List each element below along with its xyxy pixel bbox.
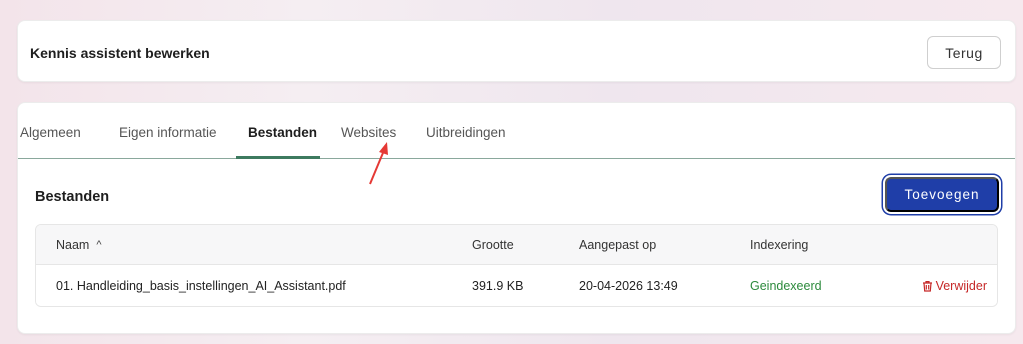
delete-label: Verwijder (935, 279, 987, 293)
table-header: Naam ^ Grootte Aangepast op Indexering (36, 225, 997, 265)
column-header-modified: Aangepast op (579, 237, 657, 252)
back-button[interactable]: Terug (927, 36, 1001, 69)
column-header-name-label: Naam (56, 237, 90, 252)
trash-icon (922, 281, 932, 292)
column-header-size: Grootte (472, 237, 514, 252)
add-button[interactable]: Toevoegen (885, 177, 999, 212)
page-title: Kennis assistent bewerken (30, 45, 210, 61)
tab-uitbreidingen[interactable]: Uitbreidingen (426, 125, 506, 140)
section-title: Bestanden (35, 189, 110, 205)
chevron-up-icon[interactable]: ^ (96, 239, 101, 251)
active-tab-indicator (236, 156, 320, 159)
delete-button[interactable]: Verwijder (922, 279, 987, 293)
tab-algemeen[interactable]: Algemeen (20, 125, 81, 140)
tab-eigen-informatie[interactable]: Eigen informatie (119, 125, 217, 140)
tab-bestanden[interactable]: Bestanden (248, 125, 317, 140)
indexing-status: Geindexeerd (750, 279, 822, 293)
column-header-indexing: Indexering (750, 237, 809, 252)
file-name: 01. Handleiding_basis_instellingen_AI_As… (56, 279, 346, 293)
header-card: Kennis assistent bewerken Terug (17, 20, 1016, 82)
tab-bar: Algemeen Eigen informatie Bestanden Webs… (18, 103, 1015, 159)
annotation-arrow (369, 142, 388, 185)
table-row: 01. Handleiding_basis_instellingen_AI_As… (36, 265, 997, 306)
file-size: 391.9 KB (472, 279, 524, 293)
main-card: Algemeen Eigen informatie Bestanden Webs… (17, 102, 1016, 334)
file-modified: 20-04-2026 13:49 (579, 279, 678, 293)
column-header-name[interactable]: Naam ^ (56, 225, 102, 264)
tab-websites[interactable]: Websites (341, 125, 396, 140)
files-table: Naam ^ Grootte Aangepast op Indexering 0… (35, 224, 998, 307)
